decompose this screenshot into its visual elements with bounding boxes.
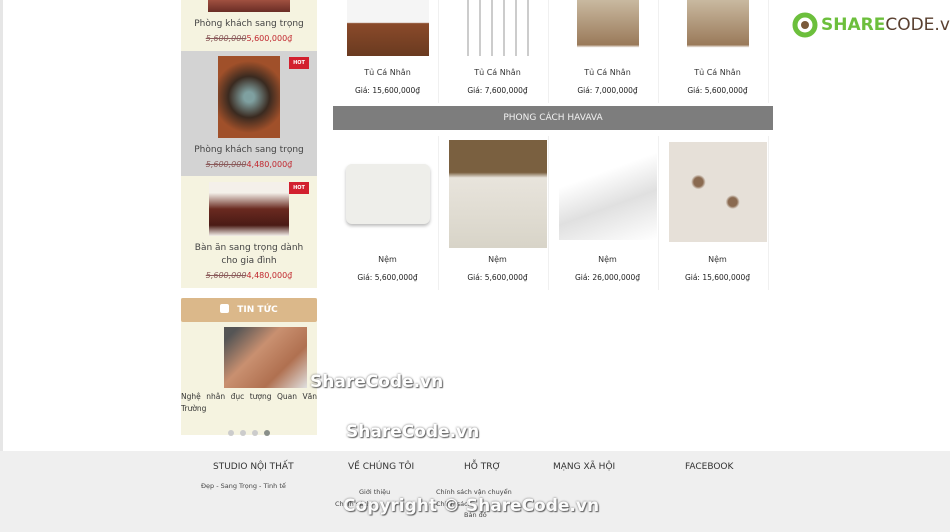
product-image	[456, 0, 539, 56]
carousel-dot[interactable]	[252, 430, 258, 436]
product-name: Nệm	[708, 255, 727, 264]
product-name: Nệm	[378, 255, 397, 264]
product-price: Giá: 7,000,000₫	[577, 86, 638, 95]
product-card[interactable]: Nệm Giá: 26,000,000₫	[557, 136, 659, 290]
product-image	[218, 56, 280, 138]
sidebar-product[interactable]: HOT Phòng khách sang trọng 5,600,0004,48…	[181, 51, 317, 176]
news-title: TIN TỨC	[237, 305, 278, 315]
product-card[interactable]: Nệm Giá: 5,600,000₫	[337, 136, 439, 290]
footer-heading: HỖ TRỢ	[464, 462, 501, 472]
hot-badge: HOT	[289, 182, 309, 194]
product-price: Giá: 5,600,000₫	[687, 86, 748, 95]
new-price: 5,600,000₫	[246, 34, 293, 43]
old-price: 5,600,000	[205, 271, 247, 280]
product-image	[209, 182, 289, 236]
carousel-dot[interactable]	[228, 430, 234, 436]
footer-heading: STUDIO NỘI THẤT	[213, 462, 294, 472]
product-name: Tủ Cá Nhân	[694, 68, 741, 77]
carousel-dot[interactable]	[240, 430, 246, 436]
sharecode-logo: SHARECODE.vn	[792, 12, 950, 38]
old-price: 5,600,000	[205, 160, 247, 169]
product-image	[668, 142, 767, 242]
product-name: Bàn ăn sang trọng dành cho gia đình	[194, 243, 304, 266]
news-header: TIN TỨC	[181, 298, 317, 322]
sidebar-product[interactable]: Phòng khách sang trọng 5,600,0005,600,00…	[181, 0, 317, 51]
footer-link[interactable]: Chính sách vận chuyển	[436, 488, 512, 496]
product-image	[448, 140, 547, 248]
carousel-dots	[181, 421, 317, 440]
product-name: Phòng khách sang trọng	[194, 145, 304, 155]
product-name: Tủ Cá Nhân	[364, 68, 411, 77]
carousel-dot-active[interactable]	[264, 430, 270, 436]
product-price: Giá: 15,600,000₫	[684, 273, 751, 282]
footer: STUDIO NỘI THẤT Đẹp - Sang Trọng - Tinh …	[0, 451, 950, 532]
product-image	[346, 0, 429, 56]
footer-heading: MẠNG XÃ HỘI	[553, 462, 616, 472]
product-image	[686, 0, 749, 56]
product-name: Tủ Cá Nhân	[584, 68, 631, 77]
news-article-link[interactable]: Nghệ nhân đục tượng Quan Văn Trường	[181, 391, 317, 415]
news-widget: TIN TỨC Nghệ nhân đục tượng Quan Văn Trư…	[181, 298, 317, 436]
product-image	[558, 150, 657, 240]
footer-link[interactable]: Giới thiệu	[359, 488, 390, 496]
product-card[interactable]: Tủ Cá Nhân Giá: 7,000,000₫	[557, 0, 659, 103]
news-image[interactable]	[224, 327, 307, 388]
product-image	[208, 0, 290, 12]
hot-badge: HOT	[289, 57, 309, 69]
product-price: Giá: 5,600,000₫	[357, 273, 418, 282]
product-card[interactable]: Nệm Giá: 15,600,000₫	[667, 136, 769, 290]
product-price: Giá: 15,600,000₫	[354, 86, 421, 95]
rss-icon	[220, 304, 230, 313]
old-price: 5,600,000	[205, 34, 247, 43]
product-price: Giá: 5,600,000₫	[467, 273, 528, 282]
product-name: Phòng khách sang trọng	[194, 19, 304, 29]
footer-heading[interactable]: FACEBOOK	[685, 462, 733, 472]
product-card[interactable]: Tủ Cá Nhân Giá: 5,600,000₫	[667, 0, 769, 103]
footer-tagline: Đẹp - Sang Trọng - Tinh tế	[201, 482, 286, 490]
product-name: Tủ Cá Nhân	[474, 68, 521, 77]
section-header: PHONG CÁCH HAVAVA	[333, 106, 773, 130]
footer-heading: VỀ CHÚNG TÔI	[348, 462, 415, 472]
product-card[interactable]: Tủ Cá Nhân Giá: 7,600,000₫	[447, 0, 549, 103]
sidebar-product[interactable]: HOT Bàn ăn sang trọng dành cho gia đình …	[181, 176, 317, 288]
recycle-logo-icon	[792, 12, 818, 38]
product-name: Nệm	[488, 255, 507, 264]
product-price: Giá: 26,000,000₫	[574, 273, 641, 282]
new-price: 4,480,000₫	[246, 160, 293, 169]
watermark: ShareCode.vn	[346, 422, 480, 442]
product-image	[345, 164, 430, 224]
product-name: Nệm	[598, 255, 617, 264]
new-price: 4,480,000₫	[246, 271, 293, 280]
watermark: ShareCode.vn	[310, 372, 444, 392]
product-price: Giá: 7,600,000₫	[467, 86, 528, 95]
watermark: Copyright © ShareCode.vn	[343, 496, 600, 516]
product-image	[576, 0, 639, 56]
product-card[interactable]: Tủ Cá Nhân Giá: 15,600,000₫	[337, 0, 439, 103]
product-card[interactable]: Nệm Giá: 5,600,000₫	[447, 136, 549, 290]
page-edge	[0, 0, 3, 451]
